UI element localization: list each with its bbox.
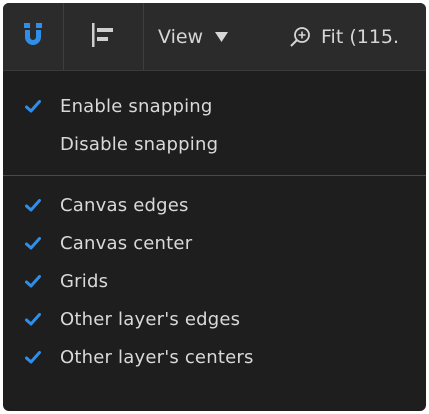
menu-item-grids[interactable]: Grids bbox=[3, 262, 426, 300]
menu-item-label: Canvas edges bbox=[60, 194, 189, 216]
view-menu-button[interactable]: View bbox=[158, 3, 229, 70]
menu-item-enable-snapping[interactable]: Enable snapping bbox=[3, 87, 426, 125]
menu-item-label: Enable snapping bbox=[60, 95, 213, 117]
checkmark-icon bbox=[25, 186, 41, 224]
snapping-menu: Enable snapping Disable snapping Canvas … bbox=[3, 71, 426, 376]
checkmark-icon bbox=[25, 300, 41, 338]
menu-item-disable-snapping[interactable]: Disable snapping bbox=[3, 125, 426, 163]
zoom-control[interactable]: Fit (115. bbox=[289, 3, 399, 70]
magnet-icon bbox=[22, 22, 44, 52]
menu-item-canvas-center[interactable]: Canvas center bbox=[3, 224, 426, 262]
menu-item-canvas-edges[interactable]: Canvas edges bbox=[3, 186, 426, 224]
checkmark-icon bbox=[25, 87, 41, 125]
toolbar-separator bbox=[143, 3, 144, 70]
checkmark-icon bbox=[25, 338, 41, 376]
menu-item-label: Other layer's centers bbox=[60, 346, 254, 368]
zoom-label: Fit (115. bbox=[321, 25, 400, 48]
menu-item-label: Grids bbox=[60, 270, 109, 292]
caret-down-icon bbox=[215, 31, 229, 42]
view-label: View bbox=[158, 25, 204, 48]
menu-item-label: Canvas center bbox=[60, 232, 193, 254]
checkmark-icon bbox=[25, 262, 41, 300]
checkmark-icon bbox=[25, 224, 41, 262]
menu-item-other-layers-centers[interactable]: Other layer's centers bbox=[3, 338, 426, 376]
snapping-toggle-button[interactable] bbox=[3, 3, 63, 70]
align-left-icon bbox=[90, 22, 116, 52]
menu-item-other-layers-edges[interactable]: Other layer's edges bbox=[3, 300, 426, 338]
menu-item-label: Disable snapping bbox=[60, 133, 219, 155]
menu-item-label: Other layer's edges bbox=[60, 308, 241, 330]
toolbar: View Fit (115. bbox=[3, 3, 426, 71]
menu-divider bbox=[3, 175, 426, 176]
zoom-in-icon bbox=[289, 26, 311, 48]
snapping-window: View Fit (115. Enable snapping Disable s… bbox=[3, 3, 426, 411]
align-button[interactable] bbox=[63, 3, 143, 70]
